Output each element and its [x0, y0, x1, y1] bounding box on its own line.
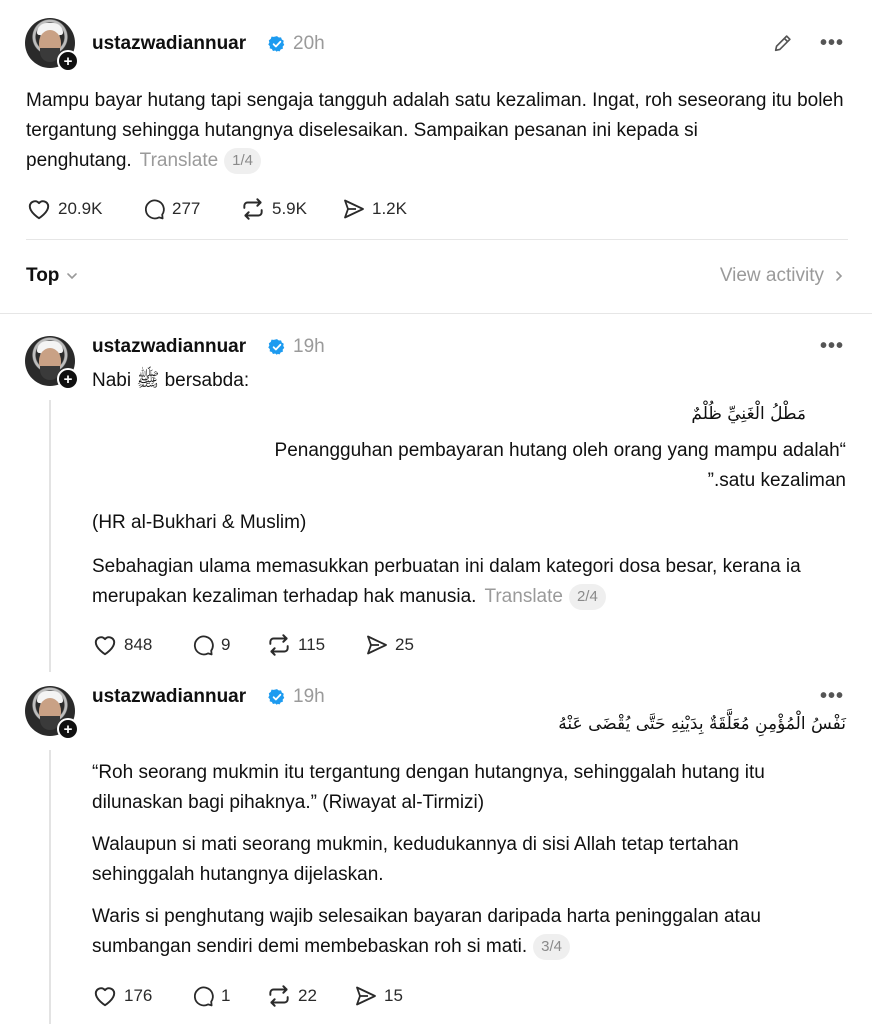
verified-badge-icon	[268, 338, 286, 356]
reply-button[interactable]: 9	[191, 633, 266, 657]
post-actions: 20.9K 277 5.9K 1.2K	[26, 196, 407, 222]
share-count: 25	[395, 635, 414, 654]
reply-count: 9	[221, 635, 231, 654]
like-count: 20.9K	[58, 199, 103, 218]
repost-button[interactable]: 5.9K	[240, 196, 342, 222]
reply-username[interactable]: ustazwadiannuar	[92, 686, 246, 708]
arabic-text: مَطْلُ الْغَنِيِّ ظُلْمٌ	[691, 404, 806, 424]
share-count: 15	[384, 986, 403, 1005]
like-count: 176	[124, 986, 153, 1005]
comment-icon	[142, 197, 166, 221]
verified-badge-icon	[268, 688, 286, 706]
post-time: 20h	[293, 33, 325, 54]
comment-icon	[191, 984, 215, 1008]
translate-link[interactable]: Translate	[140, 150, 219, 171]
reply-actions: 176 1 22 15	[92, 983, 403, 1009]
verified-badge-icon	[268, 35, 286, 53]
paragraph: Walaupun si mati seorang mukmin, keduduk…	[92, 834, 739, 885]
more-dots-icon[interactable]: •••	[820, 33, 844, 53]
repost-button[interactable]: 22	[266, 983, 354, 1009]
repost-count: 22	[298, 986, 317, 1005]
repost-count: 5.9K	[272, 199, 307, 218]
reply-count: 277	[172, 199, 201, 218]
paragraph: Waris si penghutang wajib selesaikan bay…	[92, 902, 852, 962]
avatar[interactable]: +	[25, 18, 79, 72]
heart-icon	[26, 196, 52, 222]
quote: “Roh seorang mukmin itu tergantung denga…	[92, 762, 765, 813]
reply-actions: 848 9 115 25	[92, 632, 414, 658]
divider	[26, 239, 848, 240]
thread-page-badge: 3/4	[533, 934, 570, 960]
quote-line-1: Penangguhan pembayaran hutang oleh orang…	[274, 440, 846, 461]
share-button[interactable]: 15	[354, 984, 403, 1008]
more-dots-icon[interactable]: •••	[820, 336, 844, 356]
post-text: Mampu bayar hutang tapi sengaja tangguh …	[26, 86, 856, 176]
thread-line	[49, 400, 51, 672]
reply-username[interactable]: ustazwadiannuar	[92, 336, 246, 358]
heart-icon	[92, 983, 118, 1009]
more-dots-icon[interactable]: •••	[820, 686, 844, 706]
repost-count: 115	[298, 635, 326, 654]
follow-plus-icon[interactable]: +	[57, 718, 79, 740]
avatar[interactable]: +	[25, 336, 79, 390]
reply-text: Sebahagian ulama memasukkan perbuatan in…	[92, 552, 832, 612]
repost-icon	[266, 632, 292, 658]
paragraph-body: Waris si penghutang wajib selesaikan bay…	[92, 906, 761, 957]
follow-plus-icon[interactable]: +	[57, 368, 79, 390]
repost-button[interactable]: 115	[266, 632, 365, 658]
reply-body: Sebahagian ulama memasukkan perbuatan in…	[92, 556, 801, 607]
source: (HR al-Bukhari & Muslim)	[92, 512, 307, 533]
post-username[interactable]: ustazwadiannuar	[92, 33, 246, 55]
quote-line-2: ”.satu kezaliman	[707, 470, 846, 491]
translate-link[interactable]: Translate	[484, 586, 563, 607]
like-button[interactable]: 176	[92, 983, 191, 1009]
share-icon	[365, 633, 389, 657]
thread-page-badge: 2/4	[568, 584, 606, 610]
share-icon	[342, 197, 366, 221]
sort-dropdown[interactable]: Top	[26, 265, 79, 287]
reply-time: 19h	[293, 336, 325, 357]
edit-pencil-icon[interactable]	[772, 32, 794, 54]
reply-count: 1	[221, 986, 231, 1005]
share-button[interactable]: 1.2K	[342, 197, 407, 221]
reply-time: 19h	[293, 686, 325, 707]
repost-icon	[266, 983, 292, 1009]
follow-plus-icon[interactable]: +	[57, 50, 79, 72]
view-activity-label: View activity	[719, 265, 824, 286]
thread-line	[49, 750, 51, 1024]
like-button[interactable]: 20.9K	[26, 196, 142, 222]
share-count: 1.2K	[372, 199, 407, 218]
chevron-right-icon	[836, 271, 843, 281]
like-button[interactable]: 848	[92, 632, 191, 658]
like-count: 848	[124, 635, 153, 654]
share-button[interactable]: 25	[365, 633, 414, 657]
chevron-down-icon	[67, 273, 78, 280]
sort-label: Top	[26, 265, 60, 286]
arabic-text: نَفْسُ الْمُؤْمِنِ مُعَلَّقَةٌ بِدَيْنِه…	[558, 714, 846, 734]
reply-button[interactable]: 277	[142, 197, 240, 221]
reply-button[interactable]: 1	[191, 984, 266, 1008]
heart-icon	[92, 632, 118, 658]
reply-intro: Nabi ﷺ bersabda:	[92, 370, 250, 391]
comment-icon	[191, 633, 215, 657]
share-icon	[354, 984, 378, 1008]
repost-icon	[240, 196, 266, 222]
avatar[interactable]: +	[25, 686, 79, 740]
view-activity-link[interactable]: View activity	[720, 265, 846, 287]
divider	[0, 313, 872, 314]
thread-page-badge: 1/4	[224, 148, 262, 174]
